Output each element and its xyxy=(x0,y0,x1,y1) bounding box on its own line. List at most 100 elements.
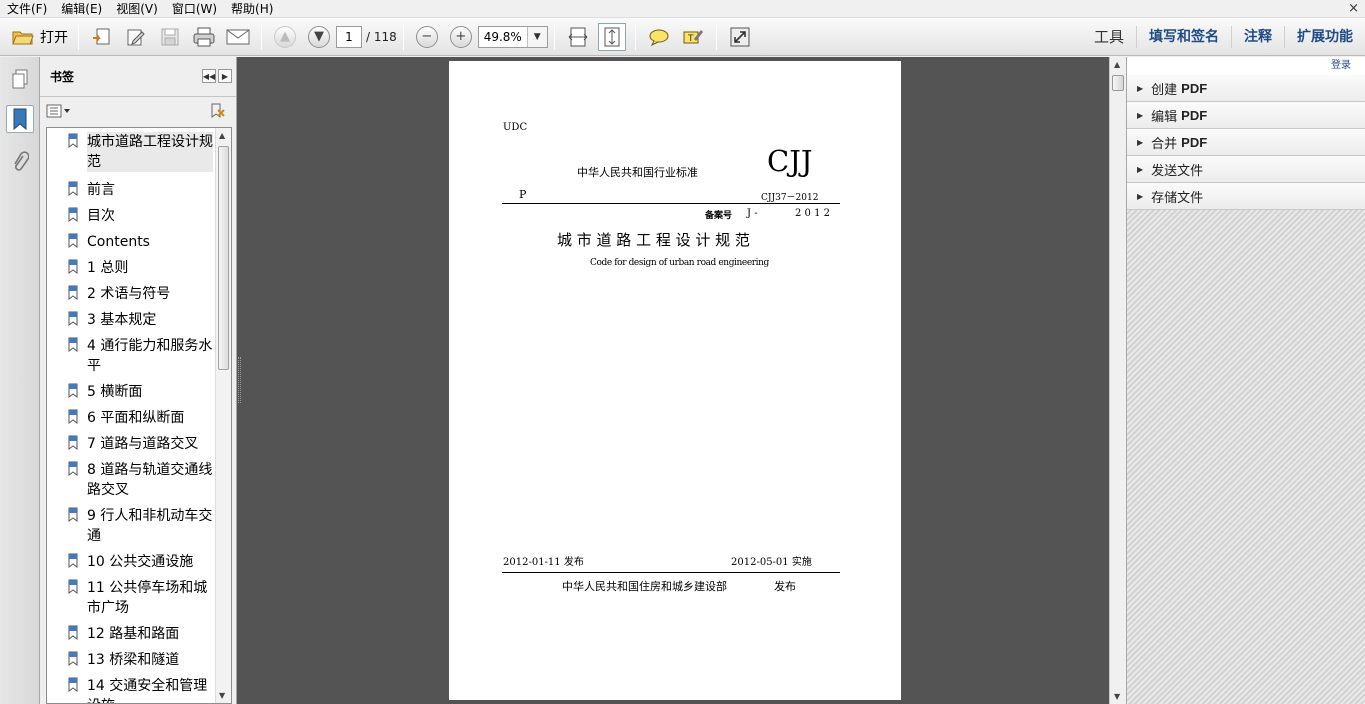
tab-tools[interactable]: 工具 xyxy=(1082,26,1136,48)
zoom-select[interactable]: 49.8% ▼ xyxy=(477,25,548,48)
menu-file[interactable]: 文件(F) xyxy=(0,0,54,18)
expand-triangle-icon: ▶ xyxy=(1137,137,1144,147)
bookmarks-header: 书签 ◀◀ ▶ xyxy=(40,57,236,97)
scroll-down-icon[interactable]: ▼ xyxy=(1114,692,1120,701)
bookmark-item[interactable]: 6 平面和纵断面 xyxy=(67,408,213,428)
class-letter: P xyxy=(519,188,527,201)
open-button[interactable]: 打开 xyxy=(8,27,72,47)
scroll-up-icon[interactable]: ▲ xyxy=(1114,60,1120,69)
publisher: 中华人民共和国住房和城乡建设部 xyxy=(562,580,727,593)
bookmark-label: 14 交通安全和管理设施 xyxy=(87,678,208,703)
bookmark-item[interactable]: 2 术语与符号 xyxy=(67,284,213,304)
bookmark-label: 1 总则 xyxy=(87,260,129,276)
bookmark-label: 13 桥梁和隧道 xyxy=(87,652,180,668)
splitter-grip[interactable] xyxy=(238,357,241,403)
footer-rule xyxy=(502,572,840,573)
store-file-label: 存储文件 xyxy=(1151,190,1204,206)
print-icon xyxy=(193,27,215,46)
bookmarks-icon xyxy=(13,108,27,131)
filing-year: 2 0 1 2 xyxy=(795,208,830,219)
scroll-up-icon[interactable]: ▲ xyxy=(219,131,225,140)
bookmark-item[interactable]: 9 行人和非机动车交通 xyxy=(67,506,213,546)
bookmark-item[interactable]: 10 公共交通设施 xyxy=(67,552,213,572)
edit-pdf-item[interactable]: ▶ 编辑 PDF xyxy=(1127,102,1365,129)
expand-triangle-icon: ▶ xyxy=(1137,164,1144,174)
document-scroll-thumb[interactable] xyxy=(1112,75,1124,91)
merge-pdf-item[interactable]: ▶ 合并 PDF xyxy=(1127,129,1365,156)
document-scrollbar[interactable]: ▲ ▼ xyxy=(1109,57,1126,704)
create-pdf-item[interactable]: ▶ 创建 PDF xyxy=(1127,75,1365,102)
expand-panel-icon[interactable]: ▶ xyxy=(218,69,232,83)
standard-number: CJJ37－2012 xyxy=(761,193,819,203)
menu-view[interactable]: 视图(V) xyxy=(109,0,165,18)
tab-comment[interactable]: 注释 xyxy=(1231,26,1284,48)
bookmark-item[interactable]: 前言 xyxy=(67,180,213,200)
menu-help[interactable]: 帮助(H) xyxy=(224,0,280,18)
edit-button[interactable] xyxy=(122,23,150,51)
page-number-input[interactable]: 1 xyxy=(336,25,362,48)
collapse-panel-icon[interactable]: ◀◀ xyxy=(202,69,216,83)
bookmark-item[interactable]: 11 公共停车场和城市广场 xyxy=(67,578,213,618)
store-file-item[interactable]: ▶ 存储文件 xyxy=(1127,183,1365,210)
bookmark-label: 前言 xyxy=(87,182,115,198)
create-button[interactable] xyxy=(88,23,116,51)
bookmark-item[interactable]: 4 通行能力和服务水平 xyxy=(67,336,213,376)
tab-extended[interactable]: 扩展功能 xyxy=(1284,26,1365,48)
options-menu-icon[interactable] xyxy=(46,104,72,118)
bookmark-item[interactable]: 8 道路与轨道交通线路交叉 xyxy=(67,460,213,500)
login-link[interactable]: 登录 xyxy=(1127,57,1365,75)
bookmark-label: 10 公共交通设施 xyxy=(87,554,194,570)
delete-bookmark-icon[interactable] xyxy=(208,102,226,120)
bookmark-icon xyxy=(68,233,78,248)
attachments-panel-button[interactable] xyxy=(6,149,34,177)
publish-word: 发布 xyxy=(774,580,796,593)
bookmark-icon xyxy=(68,285,78,300)
bookmark-item[interactable]: Contents xyxy=(67,232,213,252)
bookmark-item[interactable]: 目次 xyxy=(67,206,213,226)
zoom-value[interactable]: 49.8% xyxy=(479,27,527,47)
edit-icon xyxy=(127,29,145,45)
fit-page-button[interactable] xyxy=(597,22,626,51)
next-page-button[interactable]: ▼ xyxy=(305,23,333,51)
bookmark-item[interactable]: 14 交通安全和管理设施 xyxy=(67,676,213,703)
bookmark-item[interactable]: 5 横断面 xyxy=(67,382,213,402)
bookmarks-title: 书签 xyxy=(50,70,75,84)
toolbar-divider xyxy=(634,23,636,50)
fit-width-button[interactable] xyxy=(564,23,592,51)
prev-page-button[interactable]: ▲ xyxy=(271,23,299,51)
bookmark-icon xyxy=(68,337,78,352)
comment-button[interactable] xyxy=(645,23,673,51)
fullscreen-button[interactable] xyxy=(726,23,754,51)
close-document-icon[interactable]: × xyxy=(1348,0,1359,18)
bookmark-item[interactable]: 3 基本规定 xyxy=(67,310,213,330)
scroll-down-icon[interactable]: ▼ xyxy=(219,691,225,700)
navigation-pane-strip xyxy=(0,57,40,704)
bookmarks-panel-button[interactable] xyxy=(6,105,34,133)
print-button[interactable] xyxy=(190,23,218,51)
save-button[interactable] xyxy=(156,23,184,51)
bookmark-item[interactable]: 13 桥梁和隧道 xyxy=(67,650,213,670)
pages-panel-button[interactable] xyxy=(6,65,34,93)
bookmark-icon xyxy=(68,553,78,568)
scroll-thumb[interactable] xyxy=(218,146,229,370)
bookmark-label: 12 路基和路面 xyxy=(87,626,180,642)
menu-edit[interactable]: 编辑(E) xyxy=(54,0,109,18)
bookmark-item[interactable]: 城市道路工程设计规范 xyxy=(67,132,213,172)
tab-fill-and-sign[interactable]: 填写和签名 xyxy=(1136,26,1231,48)
email-button[interactable] xyxy=(224,23,252,51)
prev-page-icon: ▲ xyxy=(274,25,296,48)
bookmarks-scrollbar[interactable]: ▲ ▼ xyxy=(215,128,231,703)
zoom-out-button[interactable]: − xyxy=(413,23,441,51)
chevron-down-icon[interactable]: ▼ xyxy=(526,26,547,47)
bookmark-item[interactable]: 1 总则 xyxy=(67,258,213,278)
zoom-in-button[interactable]: + xyxy=(447,23,475,51)
menu-window[interactable]: 窗口(W) xyxy=(165,0,224,18)
create-pdf-suffix: PDF xyxy=(1181,80,1208,96)
bookmark-item[interactable]: 7 道路与道路交叉 xyxy=(67,434,213,454)
issue-date: 2012-01-11 发布 xyxy=(503,557,584,568)
send-file-item[interactable]: ▶ 发送文件 xyxy=(1127,156,1365,183)
bookmark-icon xyxy=(68,625,78,640)
bookmark-icon xyxy=(68,461,78,476)
highlight-button[interactable]: T xyxy=(679,23,707,51)
bookmark-item[interactable]: 12 路基和路面 xyxy=(67,624,213,644)
